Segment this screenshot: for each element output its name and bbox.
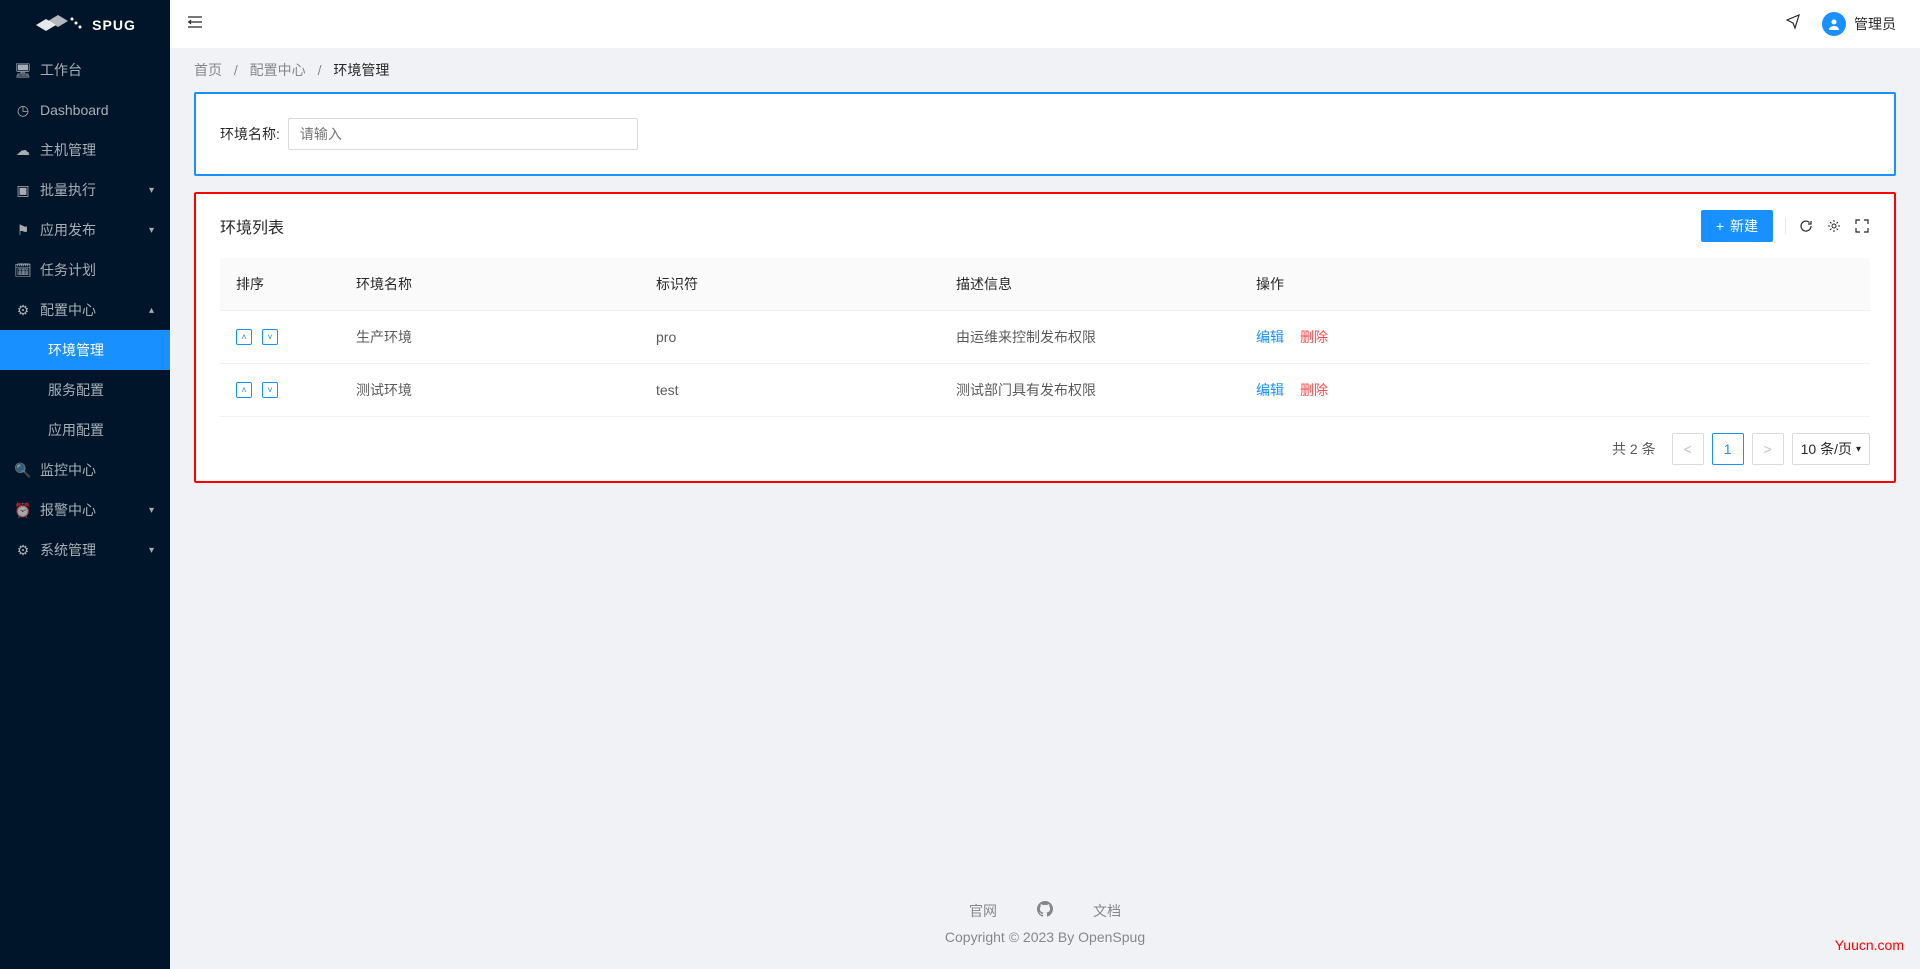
sidebar-item-monitor[interactable]: 🔍监控中心 [0, 450, 170, 490]
cell-name: 生产环境 [340, 311, 640, 364]
code-icon: ▣ [16, 183, 30, 197]
move-down-icon[interactable]: ˅ [262, 382, 278, 398]
monitor-icon: 🔍 [16, 463, 30, 477]
breadcrumb: 首页 / 配置中心 / 环境管理 [170, 48, 1920, 92]
watermark: Yuucn.com [1835, 937, 1904, 953]
user-menu[interactable]: 管理员 [1822, 12, 1896, 36]
sidebar-item-hosts[interactable]: ☁主机管理 [0, 130, 170, 170]
chevron-down-icon: ▾ [149, 185, 154, 196]
search-label: 环境名称: [220, 124, 280, 144]
edit-link[interactable]: 编辑 [1256, 382, 1284, 398]
deploy-icon: ⚙ [16, 303, 30, 317]
schedule-icon: 🗓 [16, 263, 30, 277]
sidebar-item-service[interactable]: 服务配置 [0, 370, 170, 410]
setting-icon[interactable] [1826, 218, 1842, 234]
chevron-down-icon: ▾ [1856, 444, 1861, 455]
sidebar-item-app[interactable]: 应用配置 [0, 410, 170, 450]
sidebar-menu: 🖥工作台 ◷Dashboard ☁主机管理 ▣批量执行▾ ⚑应用发布▾ 🗓任务计… [0, 50, 170, 570]
col-sort: 排序 [220, 258, 340, 311]
chevron-down-icon: ▾ [149, 225, 154, 236]
page-number-button[interactable]: 1 [1712, 433, 1744, 465]
breadcrumb-center[interactable]: 配置中心 [250, 62, 306, 78]
move-up-icon[interactable]: ˄ [236, 329, 252, 345]
env-table: 排序 环境名称 标识符 描述信息 操作 ˄˅ 生产环境 pro 由运维来控制发布 [220, 258, 1870, 417]
fullscreen-icon[interactable] [1854, 218, 1870, 234]
next-page-button[interactable]: > [1752, 433, 1784, 465]
page-total: 共 2 条 [1612, 439, 1656, 459]
user-name: 管理员 [1854, 14, 1896, 34]
chevron-down-icon: ▾ [149, 505, 154, 516]
sidebar-item-env[interactable]: 环境管理 [0, 330, 170, 370]
sidebar-item-dashboard[interactable]: ◷Dashboard [0, 90, 170, 130]
sidebar-item-workbench[interactable]: 🖥工作台 [0, 50, 170, 90]
cell-description: 测试部门具有发布权限 [940, 364, 1240, 417]
breadcrumb-current: 环境管理 [333, 62, 389, 78]
move-down-icon[interactable]: ˅ [262, 329, 278, 345]
footer-link-docs[interactable]: 文档 [1093, 901, 1121, 921]
edit-link[interactable]: 编辑 [1256, 329, 1284, 345]
footer-link-github[interactable] [1037, 901, 1053, 921]
col-actions: 操作 [1240, 258, 1870, 311]
col-description: 描述信息 [940, 258, 1240, 311]
delete-link[interactable]: 删除 [1300, 329, 1328, 345]
sidebar-item-batch[interactable]: ▣批量执行▾ [0, 170, 170, 210]
avatar-icon [1822, 12, 1846, 36]
prev-page-button[interactable]: < [1672, 433, 1704, 465]
sidebar-item-config[interactable]: ⚙配置中心▴ [0, 290, 170, 330]
search-panel: 环境名称: [194, 92, 1896, 176]
dashboard-icon: ◷ [16, 103, 30, 117]
notification-icon[interactable] [1786, 14, 1802, 35]
cell-identifier: test [640, 364, 940, 417]
page-size-select[interactable]: 10 条/页▾ [1792, 433, 1870, 465]
new-button[interactable]: + 新建 [1701, 210, 1773, 242]
col-identifier: 标识符 [640, 258, 940, 311]
list-title: 环境列表 [220, 214, 284, 238]
footer-link-site[interactable]: 官网 [969, 901, 997, 921]
table-row: ˄ ˅ 测试环境 test 测试部门具有发布权限 编辑删除 [220, 364, 1870, 417]
menu-fold-icon[interactable] [186, 13, 204, 36]
col-name: 环境名称 [340, 258, 640, 311]
setting-icon: ⚙ [16, 543, 30, 557]
cloud-icon: ☁ [16, 143, 30, 157]
list-panel: 环境列表 + 新建 排序 [194, 192, 1896, 483]
header: 管理员 [170, 0, 1920, 48]
search-input[interactable] [288, 118, 638, 150]
plus-icon: + [1716, 218, 1724, 234]
alert-icon: ⏰ [16, 503, 30, 517]
logo-icon [34, 13, 84, 37]
copyright: Copyright © 2023 By OpenSpug [170, 929, 1920, 945]
sidebar-item-system[interactable]: ⚙系统管理▾ [0, 530, 170, 570]
pagination: 共 2 条 < 1 > 10 条/页▾ [220, 433, 1870, 465]
sidebar-item-alert[interactable]: ⏰报警中心▾ [0, 490, 170, 530]
reload-icon[interactable] [1798, 218, 1814, 234]
logo-text: SPUG [92, 17, 136, 33]
cell-identifier: pro [640, 311, 940, 364]
breadcrumb-home[interactable]: 首页 [194, 62, 222, 78]
sidebar-item-deploy[interactable]: ⚑应用发布▾ [0, 210, 170, 250]
table-row: ˄ ˅ 生产环境 pro 由运维来控制发布权限 编辑删除 [220, 311, 1870, 364]
flag-icon: ⚑ [16, 223, 30, 237]
cell-description: 由运维来控制发布权限 [940, 311, 1240, 364]
chevron-up-icon: ▴ [149, 305, 154, 316]
desktop-icon: 🖥 [16, 63, 30, 77]
sidebar-item-schedule[interactable]: 🗓任务计划 [0, 250, 170, 290]
footer: 官网 文档 Copyright © 2023 By OpenSpug [170, 885, 1920, 969]
delete-link[interactable]: 删除 [1300, 382, 1328, 398]
move-up-icon[interactable]: ˄ [236, 382, 252, 398]
logo[interactable]: SPUG [0, 0, 170, 50]
chevron-down-icon: ▾ [149, 545, 154, 556]
cell-name: 测试环境 [340, 364, 640, 417]
sidebar: SPUG 🖥工作台 ◷Dashboard ☁主机管理 ▣批量执行▾ ⚑应用发布▾… [0, 0, 170, 969]
